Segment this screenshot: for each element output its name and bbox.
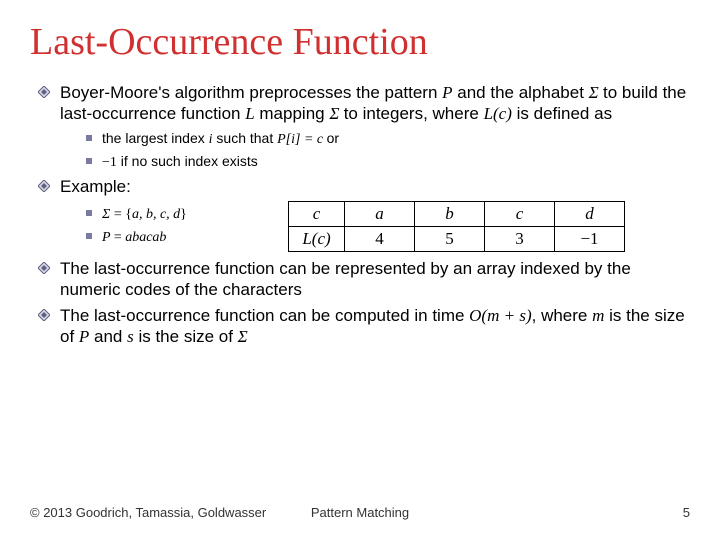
diamond-icon — [38, 86, 50, 98]
table-header-c2: c — [485, 202, 555, 227]
bullet-3-text: The last-occurrence function can be repr… — [60, 258, 690, 301]
subbullet-1a-text: the largest index i such that P[i] = c o… — [102, 129, 339, 149]
example-p-text: P = abacab — [102, 227, 166, 247]
bullet-3: The last-occurrence function can be repr… — [38, 258, 690, 301]
table-cell: 4 — [345, 227, 415, 252]
square-icon — [86, 158, 92, 164]
table-row-label: L(c) — [289, 227, 345, 252]
subbullet-1a: the largest index i such that P[i] = c o… — [86, 129, 690, 149]
example-p: P = abacab — [86, 227, 280, 247]
table-cell: −1 — [555, 227, 625, 252]
bullet-1: Boyer-Moore's algorithm preprocesses the… — [38, 82, 690, 125]
square-icon — [86, 233, 92, 239]
diamond-icon — [38, 262, 50, 274]
example-sigma: Σ = {a, b, c, d} — [86, 204, 280, 224]
bullet-2: Example: — [38, 176, 690, 197]
table-header-c: c — [289, 202, 345, 227]
bullet-2-text: Example: — [60, 176, 131, 197]
table-cell: 5 — [415, 227, 485, 252]
page-number: 5 — [683, 505, 690, 520]
table-cell: 3 — [485, 227, 555, 252]
table-header-b: b — [415, 202, 485, 227]
bullet-4: The last-occurrence function can be comp… — [38, 305, 690, 348]
copyright: © 2013 Goodrich, Tamassia, Goldwasser — [30, 505, 266, 520]
table-header-d: d — [555, 202, 625, 227]
slide-title: Last-Occurrence Function — [30, 20, 690, 64]
subbullet-1b-text: −1 if no such index exists — [102, 152, 258, 172]
example-sigma-text: Σ = {a, b, c, d} — [102, 204, 187, 224]
square-icon — [86, 210, 92, 216]
square-icon — [86, 135, 92, 141]
diamond-icon — [38, 309, 50, 321]
footer: © 2013 Goodrich, Tamassia, Goldwasser Pa… — [30, 505, 690, 520]
example-table: c a b c d L(c) 4 5 3 −1 — [288, 201, 625, 252]
subbullet-1b: −1 if no such index exists — [86, 152, 690, 172]
bullet-4-text: The last-occurrence function can be comp… — [60, 305, 690, 348]
bullet-1-text: Boyer-Moore's algorithm preprocesses the… — [60, 82, 690, 125]
diamond-icon — [38, 180, 50, 192]
table-header-a: a — [345, 202, 415, 227]
